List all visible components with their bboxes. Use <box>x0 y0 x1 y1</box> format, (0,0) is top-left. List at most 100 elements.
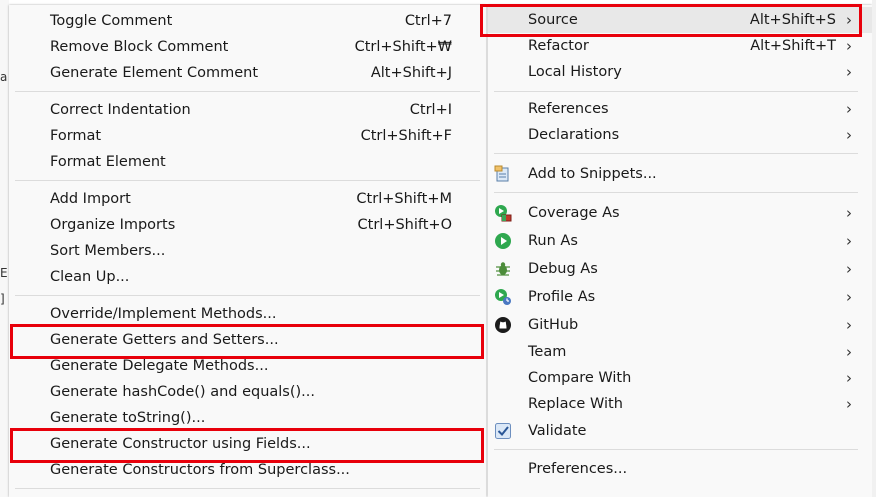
menu-item-run-as[interactable]: Run As › <box>488 228 872 254</box>
menu-item-format-element[interactable]: Format Element <box>9 149 486 175</box>
menu-item-label: Organize Imports <box>50 217 176 233</box>
editor-edge-glyph: ] <box>0 292 5 306</box>
menu-item-label: Add Import <box>50 191 131 207</box>
menu-item-shortcut: Ctrl+7 <box>404 13 452 29</box>
menu-item-generate-getters-setters[interactable]: Generate Getters and Setters... <box>9 327 486 353</box>
menu-item-override-implement[interactable]: Override/Implement Methods... <box>9 301 486 327</box>
menu-item-label: Compare With <box>528 370 632 386</box>
menu-item-shortcut: Ctrl+Shift+O <box>357 217 452 233</box>
source-submenu: Toggle Comment Ctrl+7 Remove Block Comme… <box>9 5 486 497</box>
menu-item-label: Format Element <box>50 154 166 170</box>
menu-item-team[interactable]: Team › <box>488 339 872 365</box>
editor-edge-glyph: a <box>0 70 8 84</box>
menu-separator <box>494 449 858 450</box>
menu-item-label: Team <box>528 344 567 360</box>
chevron-right-icon: › <box>846 395 852 413</box>
menu-item-shortcut: Ctrl+I <box>409 102 452 118</box>
menu-item-preferences[interactable]: Preferences... <box>488 456 872 482</box>
menu-item-github[interactable]: GitHub › <box>488 312 872 338</box>
menu-item-label: Toggle Comment <box>50 13 173 29</box>
menu-item-generate-delegate-methods[interactable]: Generate Delegate Methods... <box>9 353 486 379</box>
menu-item-clean-up[interactable]: Clean Up... <box>9 264 486 290</box>
menu-item-compare-with[interactable]: Compare With › <box>488 365 872 391</box>
menu-item-label: Declarations <box>528 127 620 143</box>
menu-item-label: Remove Block Comment <box>50 39 229 55</box>
chevron-right-icon: › <box>846 100 852 118</box>
chevron-right-icon: › <box>846 204 852 222</box>
menu-item-source[interactable]: Source Alt+Shift+S › <box>488 7 872 33</box>
run-icon <box>494 232 512 250</box>
editor-edge-glyph: E <box>0 266 8 280</box>
checkbox-icon <box>494 422 512 440</box>
menu-item-label: Profile As <box>528 289 596 305</box>
chevron-right-icon: › <box>846 11 852 29</box>
chevron-right-icon: › <box>846 63 852 81</box>
menu-separator <box>15 488 480 489</box>
chevron-right-icon: › <box>846 126 852 144</box>
menu-separator <box>494 192 858 193</box>
menu-item-shortcut: Alt+Shift+J <box>370 65 452 81</box>
snippets-icon <box>494 165 512 183</box>
menu-item-label: Replace With <box>528 396 623 412</box>
menu-item-organize-imports[interactable]: Organize Imports Ctrl+Shift+O <box>9 212 486 238</box>
menu-item-label: Source <box>528 12 578 28</box>
menu-item-add-to-snippets[interactable]: Add to Snippets... <box>488 161 872 187</box>
menu-item-format[interactable]: Format Ctrl+Shift+F <box>9 123 486 149</box>
menu-item-correct-indentation[interactable]: Correct Indentation Ctrl+I <box>9 97 486 123</box>
menu-item-generate-constructor-fields[interactable]: Generate Constructor using Fields... <box>9 431 486 457</box>
menu-item-label: Run As <box>528 233 578 249</box>
menu-item-label: Add to Snippets... <box>528 166 657 182</box>
menu-separator <box>494 91 858 92</box>
menu-item-label: Generate Delegate Methods... <box>50 358 269 374</box>
github-icon <box>494 316 512 334</box>
menu-item-label: Validate <box>528 423 587 439</box>
menu-item-coverage-as[interactable]: Coverage As › <box>488 200 872 226</box>
menu-item-label: Generate Constructor using Fields... <box>50 436 311 452</box>
menu-item-label: Sort Members... <box>50 243 166 259</box>
window-edge <box>872 0 876 497</box>
menu-item-replace-with[interactable]: Replace With › <box>488 391 872 417</box>
menu-item-label: Generate Element Comment <box>50 65 259 81</box>
menu-item-label: Coverage As <box>528 205 620 221</box>
chevron-right-icon: › <box>846 260 852 278</box>
chevron-right-icon: › <box>846 232 852 250</box>
menu-item-toggle-comment[interactable]: Toggle Comment Ctrl+7 <box>9 8 486 34</box>
menu-separator <box>15 91 480 92</box>
menu-item-label: Override/Implement Methods... <box>50 306 277 322</box>
menu-item-shortcut: Alt+Shift+S <box>749 12 836 28</box>
menu-item-label: Correct Indentation <box>50 102 191 118</box>
menu-item-label: Debug As <box>528 261 598 277</box>
menu-item-refactor[interactable]: Refactor Alt+Shift+T › <box>488 33 872 59</box>
menu-separator <box>494 153 858 154</box>
menu-item-generate-tostring[interactable]: Generate toString()... <box>9 405 486 431</box>
menu-item-profile-as[interactable]: Profile As › <box>488 284 872 310</box>
menu-item-label: Generate Getters and Setters... <box>50 332 279 348</box>
menu-separator <box>15 295 480 296</box>
menu-item-shortcut: Alt+Shift+T <box>750 38 836 54</box>
menu-item-shortcut: Ctrl+Shift+M <box>356 191 452 207</box>
menu-item-add-import[interactable]: Add Import Ctrl+Shift+M <box>9 186 486 212</box>
menu-item-label: Generate hashCode() and equals()... <box>50 384 316 400</box>
menu-item-declarations[interactable]: Declarations › <box>488 122 872 148</box>
menu-item-shortcut: Ctrl+Shift+F <box>360 128 452 144</box>
menu-item-label: Generate Constructors from Superclass... <box>50 462 350 478</box>
menu-item-generate-hashcode-equals[interactable]: Generate hashCode() and equals()... <box>9 379 486 405</box>
menu-item-validate[interactable]: Validate <box>488 418 872 444</box>
menu-item-label: References <box>528 101 609 117</box>
context-menu: Source Alt+Shift+S › Refactor Alt+Shift+… <box>488 5 872 497</box>
menu-item-label: Format <box>50 128 102 144</box>
menu-item-label: GitHub <box>528 317 579 333</box>
menu-item-generate-element-comment[interactable]: Generate Element Comment Alt+Shift+J <box>9 60 486 86</box>
editor-edge: a E ] <box>0 0 9 497</box>
menu-item-remove-block-comment[interactable]: Remove Block Comment Ctrl+Shift+₩ <box>9 34 486 60</box>
chevron-right-icon: › <box>846 369 852 387</box>
menu-item-generate-constructors-superclass[interactable]: Generate Constructors from Superclass... <box>9 457 486 483</box>
chevron-right-icon: › <box>846 37 852 55</box>
menu-item-sort-members[interactable]: Sort Members... <box>9 238 486 264</box>
menu-item-label: Preferences... <box>528 461 628 477</box>
menu-item-debug-as[interactable]: Debug As › <box>488 256 872 282</box>
menu-item-label: Refactor <box>528 38 589 54</box>
menu-item-label: Local History <box>528 64 622 80</box>
menu-item-local-history[interactable]: Local History › <box>488 59 872 85</box>
menu-item-references[interactable]: References › <box>488 96 872 122</box>
